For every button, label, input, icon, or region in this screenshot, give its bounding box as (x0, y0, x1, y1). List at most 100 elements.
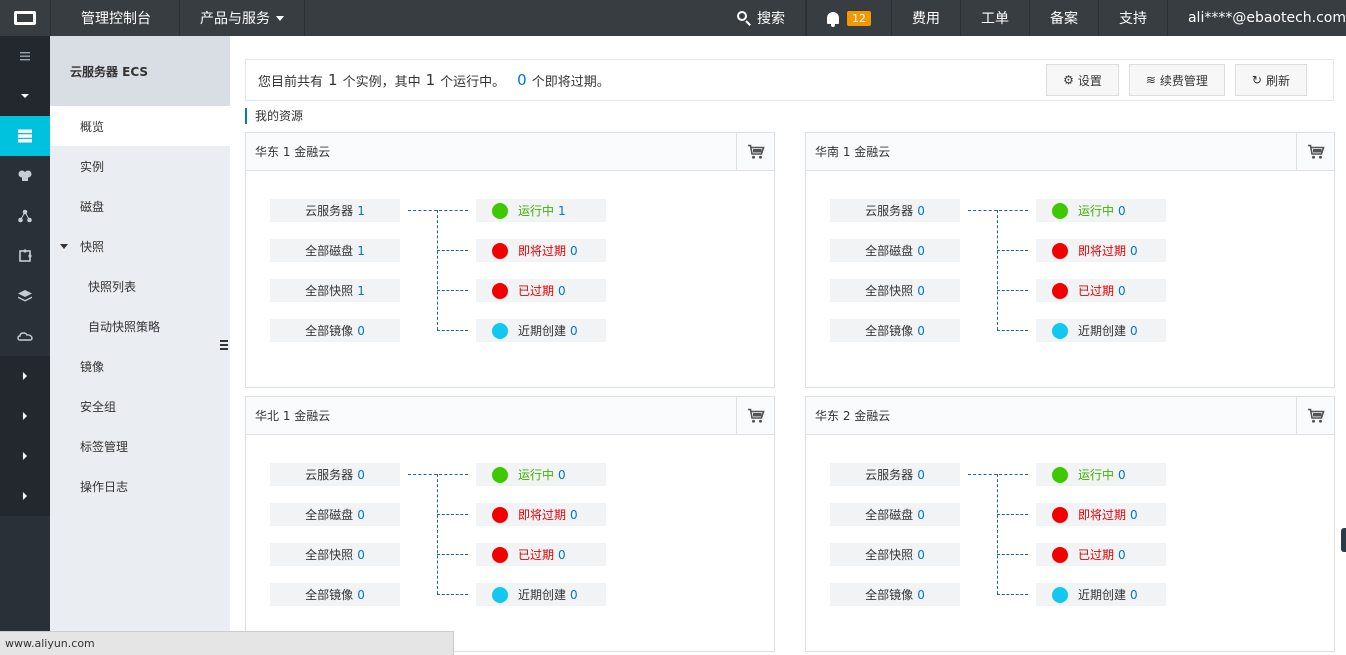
recent-status-dot-icon (492, 586, 508, 603)
ecs-server-icon[interactable] (0, 116, 50, 156)
expired-status-box[interactable]: 已过期 0 (476, 543, 606, 566)
snapshots-count-box[interactable]: 全部快照 0 (830, 279, 960, 302)
running-status-box[interactable]: 运行中 0 (476, 463, 606, 486)
rail-collapse-icon[interactable] (0, 76, 50, 116)
rail-expand-icon[interactable] (0, 436, 50, 476)
images-count-box[interactable]: 全部镜像 0 (270, 319, 400, 342)
cart-icon[interactable] (736, 397, 774, 434)
database-icon[interactable] (0, 156, 50, 196)
expired-status-box[interactable]: 已过期 0 (1036, 279, 1166, 302)
expiring-count: 0 (1130, 507, 1138, 522)
running-status-box[interactable]: 运行中 1 (476, 199, 606, 222)
sidebar-item-disks[interactable]: 磁盘 (50, 186, 230, 226)
recent-count: 0 (570, 587, 578, 602)
connector-line (408, 210, 468, 211)
disks-count-box[interactable]: 全部磁盘 0 (830, 503, 960, 526)
servers-label: 云服务器 (865, 204, 914, 218)
disks-label: 全部磁盘 (865, 508, 914, 522)
disks-label: 全部磁盘 (865, 244, 914, 258)
expired-status-box[interactable]: 已过期 0 (1036, 543, 1166, 566)
ticket-link[interactable]: 工单 (961, 0, 1030, 36)
images-count-box[interactable]: 全部镜像 0 (830, 319, 960, 342)
images-count-box[interactable]: 全部镜像 0 (270, 583, 400, 606)
refresh-button[interactable]: ↻ 刷新 (1234, 64, 1307, 96)
running-status-box[interactable]: 运行中 0 (1036, 463, 1166, 486)
recent-status-box[interactable]: 近期创建 0 (476, 319, 606, 342)
sidebar-item-security-groups[interactable]: 安全组 (50, 386, 230, 426)
rail-expand-icon[interactable] (0, 476, 50, 516)
servers-count-box[interactable]: 云服务器 1 (270, 199, 400, 222)
snapshots-label: 全部快照 (305, 284, 354, 298)
recent-status-box[interactable]: 近期创建 0 (1036, 583, 1166, 606)
settings-button[interactable]: ⚙ 设置 (1046, 64, 1119, 96)
icp-link[interactable]: 备案 (1030, 0, 1099, 36)
sidebar-item-tags[interactable]: 标签管理 (50, 426, 230, 466)
recent-status-box[interactable]: 近期创建 0 (1036, 319, 1166, 342)
disks-label: 全部磁盘 (305, 508, 354, 522)
sidebar-collapse-handle[interactable] (218, 322, 230, 368)
running-status-box[interactable]: 运行中 0 (1036, 199, 1166, 222)
recent-count: 0 (1130, 323, 1138, 338)
cart-icon[interactable] (736, 133, 774, 170)
sidebar-item-operation-logs[interactable]: 操作日志 (50, 466, 230, 506)
feedback-tab[interactable] (1341, 528, 1346, 552)
layers-icon[interactable] (0, 276, 50, 316)
search-button[interactable]: 搜索 (717, 0, 806, 36)
sidebar-item-images[interactable]: 镜像 (50, 346, 230, 386)
expired-status-box[interactable]: 已过期 0 (476, 279, 606, 302)
snapshots-count-box[interactable]: 全部快照 0 (830, 543, 960, 566)
images-count-box[interactable]: 全部镜像 0 (830, 583, 960, 606)
my-resources-title: 我的资源 (245, 108, 303, 124)
expiring-status-box[interactable]: 即将过期 0 (476, 239, 606, 262)
disks-count: 0 (917, 507, 925, 522)
recent-status-dot-icon (1052, 322, 1068, 339)
sidebar-item-label: 安全组 (80, 399, 117, 414)
images-label: 全部镜像 (865, 324, 914, 338)
disks-count-box[interactable]: 全部磁盘 0 (830, 239, 960, 262)
cloud-icon[interactable] (0, 316, 50, 356)
expiring-status-box[interactable]: 即将过期 0 (476, 503, 606, 526)
user-account-menu[interactable]: ali****@ebaotech.com (1168, 0, 1346, 36)
expired-label: 已过期 (1078, 284, 1115, 298)
cart-icon[interactable] (1296, 397, 1334, 434)
expired-status-dot-icon (492, 282, 508, 299)
sidebar-item-snapshots[interactable]: 快照 (50, 226, 230, 266)
servers-count-box[interactable]: 云服务器 0 (270, 463, 400, 486)
products-menu[interactable]: 产品与服务 (180, 0, 305, 36)
disks-count-box[interactable]: 全部磁盘 1 (270, 239, 400, 262)
running-status-dot-icon (1052, 202, 1068, 219)
sidebar-item-overview[interactable]: 概览 (50, 106, 230, 146)
sidebar-item-auto-snapshot-policy[interactable]: 自动快照策略 (50, 306, 230, 346)
puzzle-icon[interactable] (0, 236, 50, 276)
connector-line (437, 210, 438, 330)
expiring-count: 0 (570, 243, 578, 258)
snapshots-count: 0 (917, 547, 925, 562)
expiring-status-box[interactable]: 即将过期 0 (1036, 503, 1166, 526)
recent-status-box[interactable]: 近期创建 0 (476, 583, 606, 606)
snapshots-count-box[interactable]: 全部快照 1 (270, 279, 400, 302)
aliyun-logo-icon[interactable] (0, 0, 50, 36)
expiring-status-box[interactable]: 即将过期 0 (1036, 239, 1166, 262)
disks-count-box[interactable]: 全部磁盘 0 (270, 503, 400, 526)
servers-count-box[interactable]: 云服务器 0 (830, 463, 960, 486)
notification-button[interactable]: 12 (805, 0, 892, 36)
sidebar-item-snapshot-list[interactable]: 快照列表 (50, 266, 230, 306)
rail-expand-icon[interactable] (0, 396, 50, 436)
billing-link[interactable]: 费用 (892, 0, 961, 36)
servers-count: 0 (917, 203, 925, 218)
servers-count-box[interactable]: 云服务器 0 (830, 199, 960, 222)
support-link[interactable]: 支持 (1099, 0, 1168, 36)
renew-management-button[interactable]: ≋ 续费管理 (1128, 64, 1225, 96)
console-link[interactable]: 管理控制台 (50, 0, 180, 36)
snapshots-count-box[interactable]: 全部快照 0 (270, 543, 400, 566)
sidebar-item-instances[interactable]: 实例 (50, 146, 230, 186)
network-icon[interactable] (0, 196, 50, 236)
browser-status-bar: www.aliyun.com (0, 631, 454, 655)
cart-icon[interactable] (1296, 133, 1334, 170)
expired-status-dot-icon (492, 546, 508, 563)
connector-line (968, 210, 1028, 211)
connector-line (997, 554, 1028, 555)
menu-toggle-icon[interactable] (0, 36, 50, 76)
rail-expand-icon[interactable] (0, 356, 50, 396)
search-icon (736, 11, 751, 26)
